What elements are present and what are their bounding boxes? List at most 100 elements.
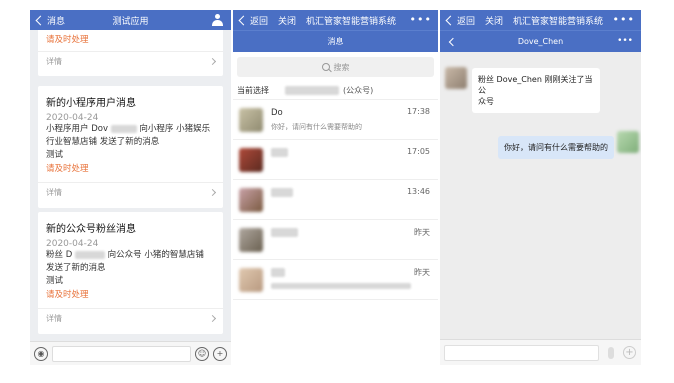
conversation-item[interactable]: 13:46: [233, 180, 438, 220]
incoming-message: 粉丝 Dove_Chen 刚刚关注了当公 众号: [472, 68, 600, 113]
message-card: 请及时处理 详情: [38, 30, 223, 76]
sub-header: 消息: [233, 30, 438, 52]
page-title: 机汇管家智能营销系统: [306, 16, 397, 27]
top-bar: 返回 关闭 机汇管家智能营销系统 •••: [233, 10, 438, 30]
redacted-block: [271, 267, 285, 277]
conversation-text: [271, 267, 432, 292]
voice-icon[interactable]: ◉: [34, 346, 48, 361]
message-line: 粉丝 Dove_Chen 刚刚关注了当公: [478, 75, 593, 95]
conversation-name: [271, 267, 432, 280]
redacted-block: [271, 187, 293, 197]
chat-panel: 返回 关闭 机汇管家智能营销系统 ••• Dove_Chen ••• 粉丝 Do…: [440, 10, 641, 365]
chevron-right-icon: [208, 188, 217, 197]
chevron-left-icon: [445, 15, 456, 25]
notification-panel: 消息 测试应用 请及时处理 详情 新的小程序用户消息 2020-04-24 小程…: [30, 10, 231, 365]
detail-link[interactable]: 详情: [38, 308, 223, 328]
close-button[interactable]: 关闭: [278, 14, 296, 27]
avatar: [445, 67, 467, 89]
person-icon[interactable]: [212, 14, 223, 26]
back-label: 返回: [250, 16, 269, 27]
card-body-line: 测试: [46, 150, 64, 160]
chevron-right-icon: [208, 57, 217, 66]
conversation-item[interactable]: 昨天: [233, 260, 438, 300]
body-text: 粉丝 D: [46, 250, 73, 260]
microphone-icon[interactable]: [608, 347, 614, 359]
card-date: 2020-04-24: [46, 239, 99, 249]
message-card: 新的小程序用户消息 2020-04-24 小程序用户 Dov 向小程序 小猪娱乐…: [38, 86, 223, 208]
message-card: 新的公众号粉丝消息 2020-04-24 粉丝 D 向公众号 小猪的智慧店铺 发…: [38, 212, 223, 334]
add-icon[interactable]: +: [623, 346, 636, 359]
alert-text: 请及时处理: [46, 35, 89, 45]
back-button[interactable]: 返回: [233, 14, 268, 27]
current-label: 当前选择: [237, 86, 269, 95]
avatar: [239, 267, 263, 292]
conversation-list-panel: 返回 关闭 机汇管家智能营销系统 ••• 消息 搜索 当前选择 (公众号) Do…: [233, 10, 438, 365]
top-bar: 返回 关闭 机汇管家智能营销系统 •••: [440, 10, 641, 30]
current-selection[interactable]: 当前选择 (公众号): [233, 82, 438, 100]
back-label: 消息: [47, 16, 66, 27]
more-icon[interactable]: •••: [617, 36, 633, 46]
back-button[interactable]: 返回: [440, 14, 475, 27]
conversation-item[interactable]: 17:05: [233, 140, 438, 180]
chat-header: Dove_Chen •••: [440, 30, 641, 52]
conversation-preview: [271, 282, 432, 292]
card-date: 2020-04-24: [46, 113, 99, 123]
detail-label: 详情: [46, 57, 62, 66]
outgoing-message: 你好，请问有什么需要帮助的: [498, 136, 614, 159]
search-input[interactable]: 搜索: [237, 57, 434, 77]
avatar: [239, 227, 263, 252]
conversation-preview: 你好，请问有什么需要帮助的: [271, 122, 362, 131]
search-icon: [321, 63, 330, 71]
message-input[interactable]: [52, 345, 191, 362]
conversation-item[interactable]: 昨天: [233, 220, 438, 260]
card-body-line: 小程序用户 Dov 向小程序 小猪娱乐: [38, 123, 223, 136]
card-title: 新的小程序用户消息: [46, 98, 136, 109]
card-body-line: 发送了新的消息: [46, 263, 106, 273]
card-body-line: 粉丝 D 向公众号 小猪的智慧店铺: [38, 249, 223, 262]
redacted-block: [271, 227, 298, 237]
redacted-block: [74, 250, 105, 259]
avatar: [239, 147, 263, 172]
more-icon[interactable]: •••: [613, 13, 635, 26]
body-text: 向公众号 小猪的智慧店铺: [107, 250, 204, 260]
detail-label: 详情: [46, 188, 62, 197]
chat-title: Dove_Chen: [517, 37, 564, 46]
add-icon[interactable]: +: [213, 346, 227, 361]
search-placeholder: 搜索: [333, 62, 350, 72]
conversation-name: [271, 227, 432, 240]
redacted-block: [285, 86, 339, 95]
detail-link[interactable]: 详情: [38, 182, 223, 202]
message-line: 众号: [478, 97, 494, 106]
page-title: 机汇管家智能营销系统: [513, 16, 604, 27]
message-input[interactable]: [444, 345, 599, 361]
conversation-time: 昨天: [414, 268, 430, 277]
back-button[interactable]: 消息: [30, 14, 65, 27]
body-text: 向小程序 小猪娱乐: [139, 124, 211, 134]
redacted-block: [271, 282, 411, 289]
redacted-block: [110, 124, 137, 133]
chevron-left-icon: [35, 15, 46, 25]
account-type-tag: (公众号): [343, 86, 374, 95]
detail-label: 详情: [46, 314, 62, 323]
chevron-left-icon[interactable]: [448, 37, 458, 47]
conversation-time: 昨天: [414, 228, 430, 237]
conversation-preview: [271, 242, 432, 252]
chevron-left-icon: [238, 15, 249, 25]
alert-text: 请及时处理: [46, 290, 89, 300]
more-icon[interactable]: •••: [410, 13, 432, 26]
input-bar: +: [440, 339, 641, 365]
conversation-text: [271, 227, 432, 252]
input-bar: ◉ ☺ +: [30, 341, 231, 365]
detail-link[interactable]: 详情: [38, 51, 223, 71]
avatar: [239, 187, 263, 212]
chevron-right-icon: [208, 314, 217, 323]
body-text: 小程序用户 Dov: [46, 124, 108, 134]
card-title: 新的公众号粉丝消息: [46, 224, 136, 235]
conversation-item[interactable]: Do 你好，请问有什么需要帮助的 17:38: [233, 100, 438, 140]
close-button[interactable]: 关闭: [485, 14, 503, 27]
card-body-line: 测试: [46, 276, 64, 286]
card-body-line: 行业智慧店铺 发送了新的消息: [46, 137, 160, 147]
avatar: [239, 107, 263, 132]
top-bar: 消息 测试应用: [30, 10, 231, 30]
emoji-icon[interactable]: ☺: [195, 346, 209, 361]
